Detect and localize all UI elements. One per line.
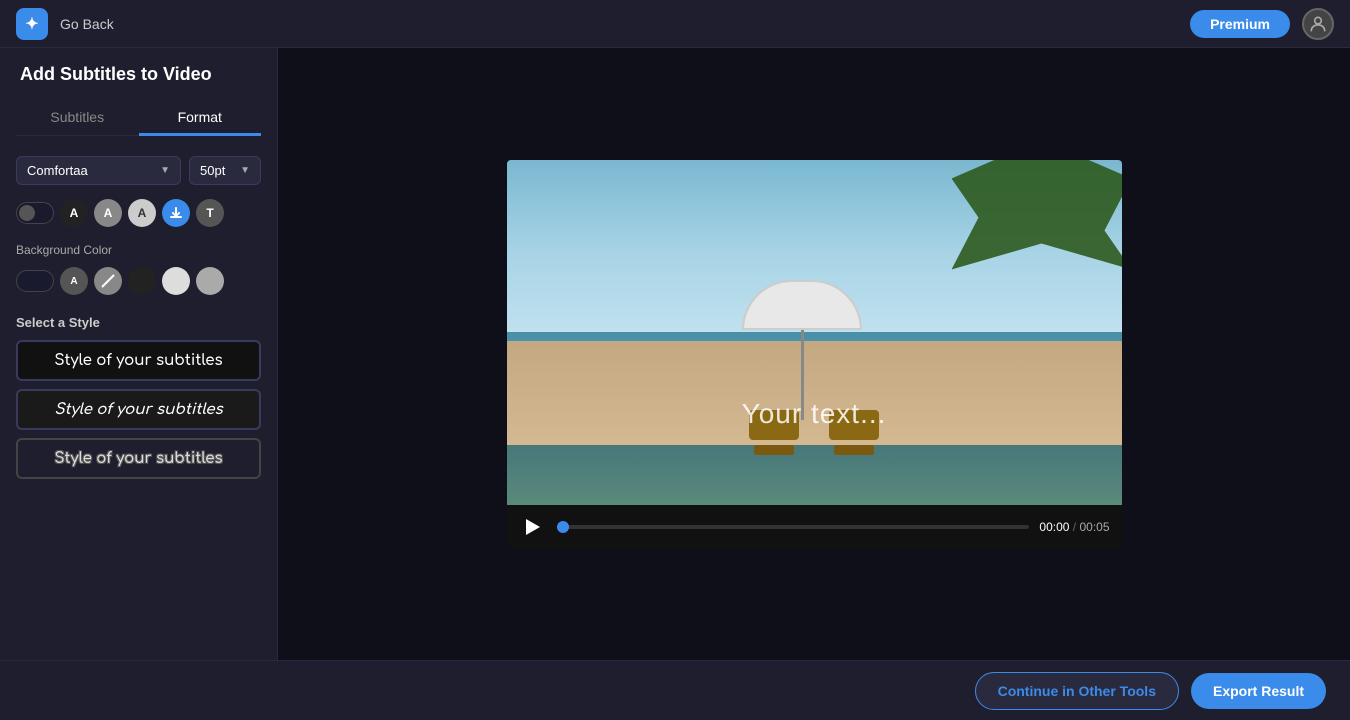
style-card-3[interactable]: Style of your subtitles [16, 438, 261, 479]
continue-other-tools-button[interactable]: Continue in Other Tools [975, 672, 1179, 710]
font-family-dropdown[interactable]: Comfortaa ▼ [16, 156, 181, 185]
bg-mid-btn[interactable] [196, 267, 224, 295]
video-controls: 00:00 / 00:05 [507, 505, 1122, 549]
style-cards: Style of your subtitles Style of your su… [16, 340, 261, 479]
sidebar: Add Subtitles to Video Subtitles Format … [0, 48, 278, 660]
time-current: 00:00 [1039, 520, 1069, 534]
chevron-down-icon: ▼ [160, 165, 170, 176]
play-icon [526, 519, 540, 535]
bg-color-toggle[interactable] [16, 270, 54, 292]
progress-bar[interactable] [557, 525, 1030, 529]
style-card-2[interactable]: Style of your subtitles [16, 389, 261, 430]
palm-area [902, 160, 1122, 310]
bg-light-btn[interactable] [162, 267, 190, 295]
tab-subtitles[interactable]: Subtitles [16, 101, 139, 136]
bg-color-row: A [16, 267, 261, 295]
time-separator: / [1073, 520, 1076, 534]
style-card-text-2: Style of your subtitles [54, 401, 222, 418]
tab-bar: Subtitles Format [16, 101, 261, 136]
bg-color-label: Background Color [16, 243, 261, 257]
strikethrough-icon [100, 273, 116, 289]
play-button[interactable] [519, 513, 547, 541]
bg-dark-btn[interactable] [128, 267, 156, 295]
chevron-down-icon: ▼ [240, 165, 250, 176]
text-style-t-btn[interactable]: T [196, 199, 224, 227]
app-logo: ✦ [16, 8, 48, 40]
select-style-label: Select a Style [16, 315, 261, 330]
user-avatar[interactable] [1302, 8, 1334, 40]
video-frame: Your text... [507, 160, 1122, 505]
tab-format[interactable]: Format [139, 101, 262, 136]
style-card-text-3: Style of your subtitles [54, 450, 222, 467]
bg-a-btn[interactable]: A [60, 267, 88, 295]
font-size-dropdown[interactable]: 50pt ▼ [189, 156, 261, 185]
video-subtitle-text: Your text... [742, 398, 887, 430]
footer: Continue in Other Tools Export Result [0, 660, 1350, 720]
nav-right: Premium [1190, 8, 1334, 40]
video-player: Your text... 00:00 / 00:05 [507, 160, 1122, 549]
palm-leaves [952, 160, 1122, 270]
text-style-blue-btn[interactable] [162, 199, 190, 227]
text-style-gray-btn[interactable]: A [94, 199, 122, 227]
umbrella-top [742, 280, 862, 330]
go-back-button[interactable]: Go Back [60, 16, 114, 32]
style-card-1[interactable]: Style of your subtitles [16, 340, 261, 381]
premium-button[interactable]: Premium [1190, 10, 1290, 38]
style-card-text-1: Style of your subtitles [54, 352, 222, 369]
text-style-light-btn[interactable]: A [128, 199, 156, 227]
time-total: 00:05 [1079, 520, 1109, 534]
progress-dot [557, 521, 569, 533]
time-display: 00:00 / 00:05 [1039, 520, 1109, 534]
font-controls: Comfortaa ▼ 50pt ▼ [16, 156, 261, 185]
user-icon [1308, 14, 1328, 34]
page-title: Add Subtitles to Video [16, 64, 261, 85]
main-content: Your text... 00:00 / 00:05 [278, 48, 1350, 660]
text-style-row: A A A T [16, 199, 261, 227]
bg-strikethrough-btn[interactable] [94, 267, 122, 295]
text-style-toggle[interactable] [16, 202, 54, 224]
top-navigation: ✦ Go Back Premium [0, 0, 1350, 48]
export-result-button[interactable]: Export Result [1191, 673, 1326, 709]
text-style-dark-btn[interactable]: A [60, 199, 88, 227]
main-layout: Add Subtitles to Video Subtitles Format … [0, 48, 1350, 660]
nav-left: ✦ Go Back [16, 8, 114, 40]
download-icon [169, 206, 183, 220]
